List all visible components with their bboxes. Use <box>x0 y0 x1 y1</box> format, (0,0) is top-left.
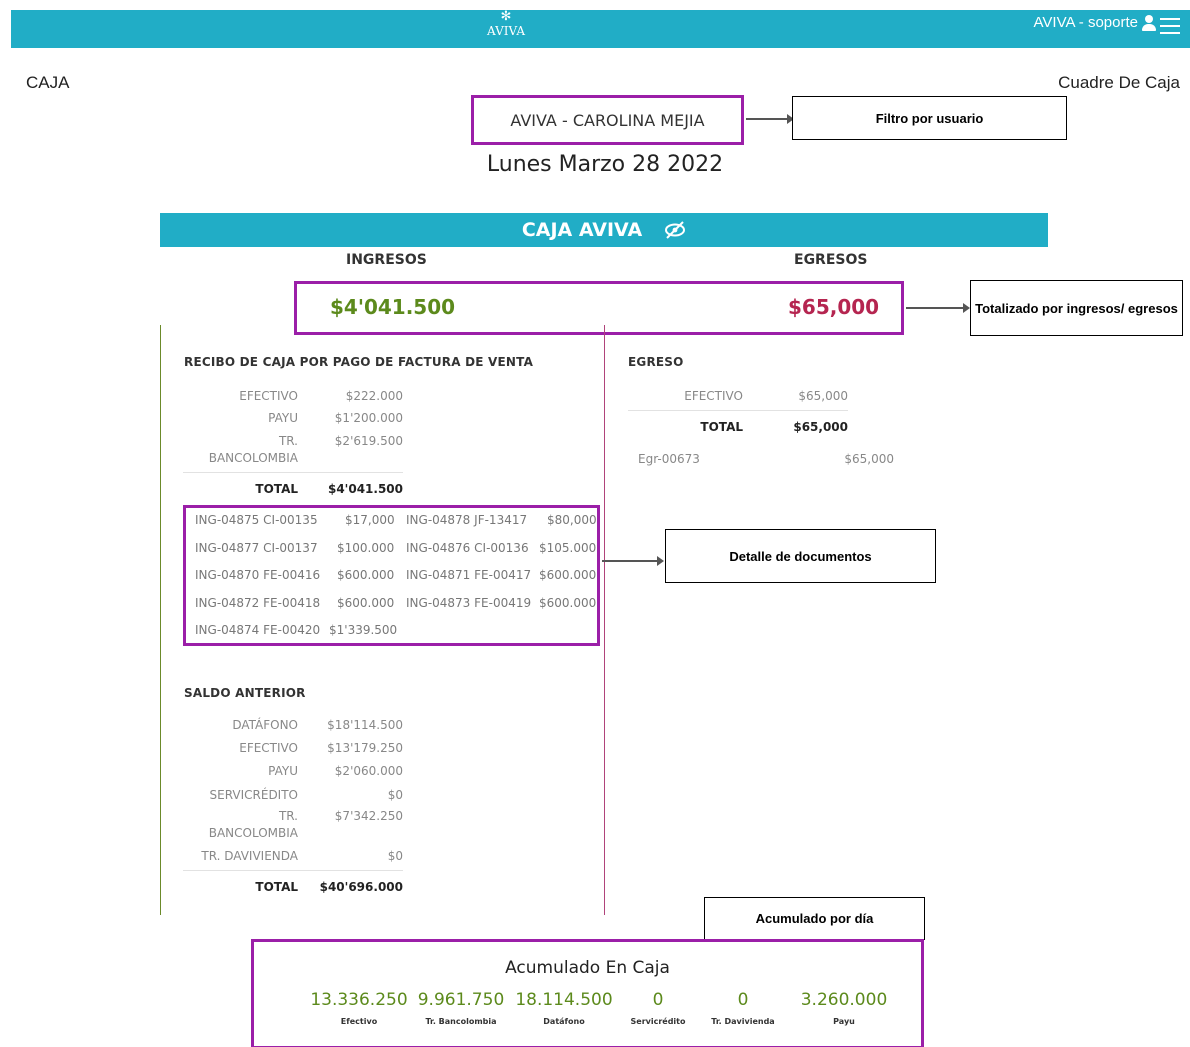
egreso-total-value: $65,000 <box>793 420 848 434</box>
acumulado-value: 9.961.750 <box>417 990 505 1010</box>
recibo-title: RECIBO DE CAJA POR PAGO DE FACTURA DE VE… <box>184 355 534 369</box>
ingresos-header: INGRESOS <box>346 252 427 268</box>
arrow-connector <box>746 114 794 124</box>
separator <box>183 870 403 871</box>
document-link[interactable]: ING-04872 FE-00418 <box>195 596 320 610</box>
egresos-header: EGRESOS <box>794 252 868 268</box>
recibo-label: EFECTIVO <box>239 389 298 403</box>
egreso-value: $65,000 <box>798 389 848 403</box>
egreso-title: EGRESO <box>628 355 684 369</box>
document-link[interactable]: ING-04871 FE-00417 <box>406 568 531 582</box>
saldo-value: $0 <box>387 788 403 802</box>
acumulado-value: 0 <box>737 990 749 1010</box>
recibo-label: TR. <box>278 434 298 448</box>
callout-detalle: Detalle de documentos <box>665 529 936 583</box>
acumulado-label: Payu <box>833 1017 855 1026</box>
document-link[interactable]: ING-04874 FE-00420 <box>195 623 320 637</box>
divider <box>160 325 161 915</box>
current-date: Lunes Marzo 28 2022 <box>486 152 724 177</box>
user-icon <box>1142 14 1156 31</box>
separator <box>628 410 848 411</box>
recibo-total-label: TOTAL <box>255 482 298 496</box>
saldo-total-value: $40'696.000 <box>319 880 403 894</box>
saldo-value: $13'179.250 <box>327 741 403 755</box>
separator <box>183 472 403 473</box>
brand-logo[interactable]: ✻ AVIVA <box>476 10 536 46</box>
saldo-label: SERVICRÉDITO <box>209 788 298 802</box>
saldo-label: EFECTIVO <box>239 741 298 755</box>
callout-filtro: Filtro por usuario <box>792 96 1067 140</box>
saldo-title: SALDO ANTERIOR <box>184 686 306 700</box>
section-title: CAJA <box>26 73 70 92</box>
document-value: $80,000 <box>547 513 597 527</box>
saldo-value: $7'342.250 <box>334 809 403 823</box>
hamburger-menu-icon[interactable] <box>1160 18 1180 34</box>
saldo-total-label: TOTAL <box>255 880 298 894</box>
egreso-total-label: TOTAL <box>700 420 743 434</box>
document-link[interactable]: ING-04870 FE-00416 <box>195 568 320 582</box>
recibo-total-value: $4'041.500 <box>327 482 403 496</box>
document-link[interactable]: ING-04877 CI-00137 <box>195 541 318 555</box>
acumulado-label: Efectivo <box>340 1017 378 1026</box>
arrow-connector <box>602 556 664 566</box>
document-link[interactable]: ING-04878 JF-13417 <box>406 513 527 527</box>
document-value: $600.000 <box>539 568 597 582</box>
recibo-value: $2'619.500 <box>334 434 403 448</box>
saldo-label: TR. <box>278 809 298 823</box>
acumulado-label: Tr. Davivienda <box>711 1017 775 1026</box>
document-value: $100.000 <box>337 541 395 555</box>
saldo-label: DATÁFONO <box>232 718 298 732</box>
eye-off-icon[interactable] <box>664 221 686 239</box>
saldo-label: BANCOLOMBIA <box>208 826 298 840</box>
divider <box>604 325 605 915</box>
egreso-label: EFECTIVO <box>684 389 743 403</box>
saldo-value: $2'060.000 <box>334 764 403 778</box>
egreso-document-link[interactable]: Egr-00673 <box>638 452 700 466</box>
saldo-label: PAYU <box>268 764 298 778</box>
total-egresos: $65,000 <box>788 295 880 319</box>
brand-name: AVIVA <box>487 24 525 38</box>
saldo-label: TR. DAVIVIENDA <box>201 849 298 863</box>
user-filter-select[interactable]: AVIVA - CAROLINA MEJIA <box>471 95 744 145</box>
document-value: $600.000 <box>337 596 395 610</box>
user-menu[interactable]: AVIVA - soporte <box>1033 14 1156 31</box>
document-value: $600.000 <box>539 596 597 610</box>
recibo-value: $1'200.000 <box>334 411 403 425</box>
page-title: Cuadre De Caja <box>1058 73 1180 92</box>
user-filter-value: AVIVA - CAROLINA MEJIA <box>510 110 705 130</box>
egreso-document-value: $65,000 <box>844 452 894 466</box>
saldo-value: $18'114.500 <box>327 718 403 732</box>
acumulado-value: 3.260.000 <box>800 990 888 1010</box>
arrow-connector <box>906 303 970 313</box>
recibo-value: $222.000 <box>345 389 403 403</box>
document-link[interactable]: ING-04873 FE-00419 <box>406 596 531 610</box>
lotus-icon: ✻ <box>500 9 512 24</box>
saldo-value: $0 <box>387 849 403 863</box>
caja-title: CAJA AVIVA <box>521 219 643 241</box>
document-value: $600.000 <box>337 568 395 582</box>
acumulado-label: Tr. Bancolombia <box>425 1017 497 1026</box>
callout-acumulado: Acumulado por día <box>704 897 925 940</box>
document-value: $105.000 <box>539 541 597 555</box>
top-bar <box>11 10 1190 48</box>
document-value: $1'339.500 <box>329 623 398 637</box>
callout-totalizado: Totalizado por ingresos/ egresos <box>970 280 1183 336</box>
document-link[interactable]: ING-04875 CI-00135 <box>195 513 318 527</box>
document-link[interactable]: ING-04876 CI-00136 <box>406 541 529 555</box>
caja-header: CAJA AVIVA <box>160 213 1048 247</box>
acumulado-title: Acumulado En Caja <box>505 958 670 978</box>
user-name: AVIVA - soporte <box>1033 14 1139 31</box>
document-value: $17,000 <box>345 513 395 527</box>
recibo-label: PAYU <box>268 411 298 425</box>
acumulado-value: 13.336.250 <box>310 990 408 1010</box>
total-ingresos: $4'041.500 <box>330 295 456 319</box>
recibo-label: BANCOLOMBIA <box>208 451 298 465</box>
